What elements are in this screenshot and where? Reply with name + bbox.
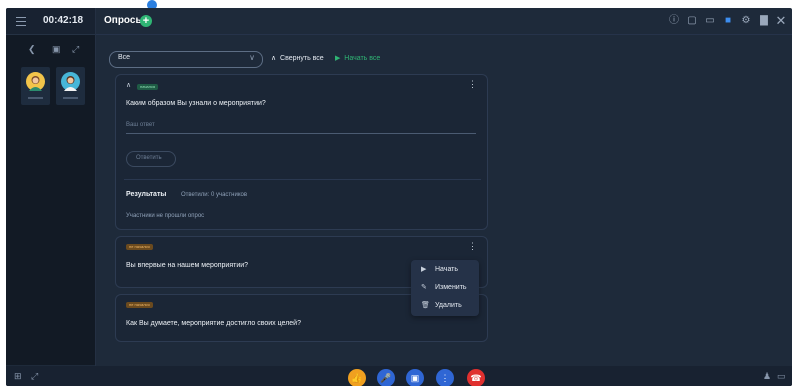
- chevron-up-icon: ∧: [271, 55, 277, 62]
- header-divider: [96, 34, 792, 35]
- chevron-up-icon[interactable]: ∧: [126, 81, 131, 89]
- start-all-button[interactable]: ▶ Начать все: [335, 54, 380, 62]
- collapse-all-label: Свернуть все: [280, 55, 324, 62]
- more-options-icon: ⋮: [440, 373, 450, 383]
- answer-button-label: Ответить: [136, 155, 162, 161]
- pencil-icon: ✎: [421, 284, 427, 291]
- status-filter-select[interactable]: Все ∨: [109, 51, 263, 68]
- messages-icon[interactable]: ■: [722, 15, 734, 27]
- screen-icon[interactable]: ▭: [704, 15, 716, 27]
- answer-button[interactable]: Ответить: [126, 151, 176, 167]
- status-badge: не начался: [126, 244, 153, 250]
- menu-item-start[interactable]: ▶ Начать: [411, 262, 479, 278]
- filter-value: Все: [118, 54, 131, 61]
- poll-question: Каким образом Вы узнали о мероприятии?: [126, 100, 266, 107]
- column-divider: [95, 8, 96, 366]
- phone-hangup-icon: ☎: [470, 373, 482, 383]
- poll-card: ∧ начался ⋮ Каким образом Вы узнали о ме…: [115, 74, 488, 230]
- card-divider: [124, 179, 481, 180]
- chevron-down-icon: ∨: [249, 53, 255, 62]
- start-all-label: Начать все: [344, 55, 381, 62]
- more-options-icon[interactable]: ⋮: [468, 79, 477, 90]
- chat-icon[interactable]: ▢: [686, 15, 698, 27]
- menu-item-edit[interactable]: ✎ Изменить: [411, 280, 479, 296]
- app-window: 00:42:18 ❮ ▣ ⤢ Опросы + ⓘ ▢ ▭ ■ ⚙ ▇ ✕ Вс…: [6, 8, 792, 386]
- close-icon[interactable]: ✕: [775, 14, 787, 27]
- window-icon[interactable]: ▣: [52, 44, 61, 55]
- play-icon: ▶: [335, 55, 341, 62]
- info-icon[interactable]: ⓘ: [668, 15, 680, 27]
- no-participants-text: Участники не прошли опрос: [126, 213, 205, 219]
- poll-question: Вы впервые на нашем мероприятии?: [126, 262, 249, 269]
- camera-off-icon: ▣: [410, 373, 420, 383]
- menu-icon[interactable]: [16, 17, 26, 29]
- status-badge: не начался: [126, 302, 153, 308]
- expand-icon[interactable]: ⤢: [31, 371, 38, 382]
- people-icon[interactable]: ♟: [763, 371, 771, 382]
- call-timer: 00:42:18: [43, 15, 84, 26]
- play-icon: ▶: [421, 266, 427, 273]
- avatar: [26, 72, 45, 91]
- poll-context-menu: ▶ Начать ✎ Изменить 🗑 Удалить: [411, 260, 479, 316]
- menu-item-label: Изменить: [435, 284, 467, 291]
- answered-count: Ответили: 0 участников: [181, 192, 248, 198]
- collapse-all-button[interactable]: ∧ Свернуть все: [271, 54, 324, 62]
- answer-input-underline: [126, 133, 476, 134]
- menu-item-label: Начать: [435, 266, 459, 273]
- menu-item-label: Удалить: [435, 302, 462, 309]
- microphone-button[interactable]: 🎤: [377, 369, 395, 386]
- like-button[interactable]: 👍: [348, 369, 366, 386]
- more-button[interactable]: ⋮: [436, 369, 454, 386]
- participant-name-placeholder: [28, 97, 43, 99]
- results-label: Результаты: [126, 191, 167, 198]
- settings-icon[interactable]: ⚙: [740, 15, 752, 27]
- participant-name-placeholder: [63, 97, 78, 99]
- answer-input[interactable]: Ваш ответ: [126, 122, 155, 128]
- chat-bubble-icon[interactable]: ▭: [777, 371, 786, 382]
- avatar: [61, 72, 80, 91]
- bottom-toolbar: ⊞ ⤢ ♟ ▭: [6, 366, 792, 386]
- poll-question: Как Вы думаете, мероприятие достигло сво…: [126, 320, 301, 327]
- participant-tile[interactable]: [56, 67, 85, 105]
- chevron-left-icon[interactable]: ❮: [28, 44, 36, 55]
- left-header: 00:42:18: [6, 8, 95, 35]
- status-badge: начался: [137, 84, 159, 90]
- microphone-icon: 🎤: [380, 373, 392, 383]
- menu-item-delete[interactable]: 🗑 Удалить: [411, 298, 479, 314]
- participant-tile[interactable]: [21, 67, 50, 105]
- grid-icon[interactable]: ⊞: [14, 371, 22, 382]
- trash-icon: 🗑: [421, 302, 430, 309]
- thumbs-up-icon: 👍: [351, 373, 363, 383]
- camera-button[interactable]: ▣: [406, 369, 424, 386]
- fullscreen-icon[interactable]: ⤢: [72, 44, 79, 55]
- page-title: Опросы: [104, 15, 145, 26]
- hangup-button[interactable]: ☎: [467, 369, 485, 386]
- add-poll-button[interactable]: +: [140, 15, 152, 27]
- more-options-icon[interactable]: ⋮: [468, 241, 477, 252]
- stats-icon[interactable]: ▇: [758, 15, 770, 27]
